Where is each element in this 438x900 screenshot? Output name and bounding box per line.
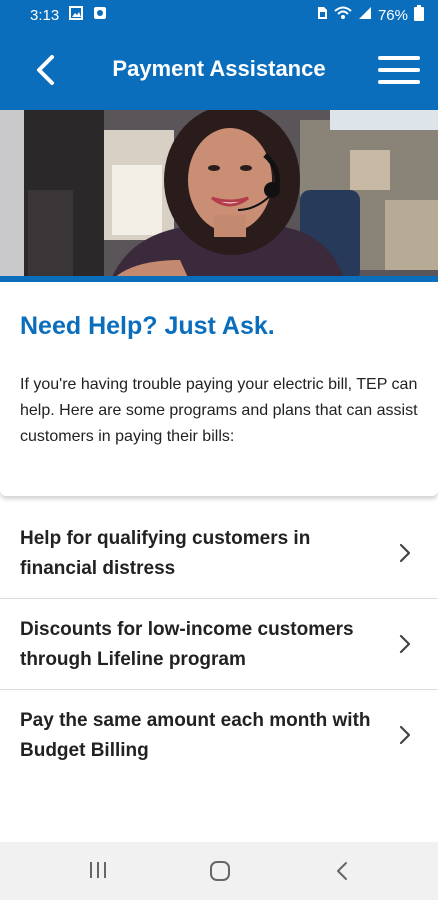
recent-apps-button[interactable] bbox=[88, 860, 108, 885]
app-bar: Payment Assistance bbox=[0, 30, 438, 110]
sim-icon bbox=[316, 6, 328, 24]
status-bar: 3:13 76% bbox=[0, 0, 438, 30]
list-item-financial-distress[interactable]: Help for qualifying customers in financi… bbox=[0, 508, 438, 599]
list-item-budget-billing[interactable]: Pay the same amount each month with Budg… bbox=[0, 690, 438, 780]
menu-button[interactable] bbox=[378, 56, 420, 84]
chevron-right-icon bbox=[399, 543, 411, 563]
intro-text: If you're having trouble paying your ele… bbox=[20, 376, 418, 445]
customer-service-agent-photo bbox=[0, 110, 438, 282]
battery-level: 76% bbox=[377, 6, 408, 24]
status-time: 3:13 bbox=[30, 6, 60, 24]
hero-accent-stripe bbox=[0, 276, 438, 282]
chevron-right-icon bbox=[399, 725, 411, 745]
list-item-label: Discounts for low-income customers throu… bbox=[20, 619, 354, 670]
status-left: 3:13 bbox=[30, 6, 107, 24]
home-icon bbox=[210, 861, 230, 881]
back-icon bbox=[337, 862, 347, 880]
intro-title: Need Help? Just Ask. bbox=[20, 312, 275, 340]
hero-image bbox=[0, 110, 438, 282]
page-title: Payment Assistance bbox=[112, 56, 326, 81]
home-button[interactable] bbox=[209, 860, 231, 887]
chevron-right-icon bbox=[399, 634, 411, 654]
system-back-button[interactable] bbox=[334, 860, 350, 887]
list-item-lifeline[interactable]: Discounts for low-income customers throu… bbox=[0, 599, 438, 690]
image-icon bbox=[69, 6, 84, 24]
recent-apps-icon bbox=[90, 862, 106, 878]
signal-icon bbox=[358, 6, 372, 24]
hamburger-menu-icon bbox=[378, 56, 420, 84]
battery-icon bbox=[414, 5, 424, 25]
list-item-label: Help for qualifying customers in financi… bbox=[20, 528, 311, 579]
list-item-label: Pay the same amount each month with Budg… bbox=[20, 710, 371, 761]
status-right: 76% bbox=[316, 5, 424, 25]
programs-list: Help for qualifying customers in financi… bbox=[0, 508, 438, 780]
notification-icon bbox=[93, 6, 107, 24]
wifi-icon bbox=[334, 6, 352, 24]
intro-card: Need Help? Just Ask. If you're having tr… bbox=[0, 288, 438, 496]
system-nav-bar bbox=[0, 842, 438, 900]
